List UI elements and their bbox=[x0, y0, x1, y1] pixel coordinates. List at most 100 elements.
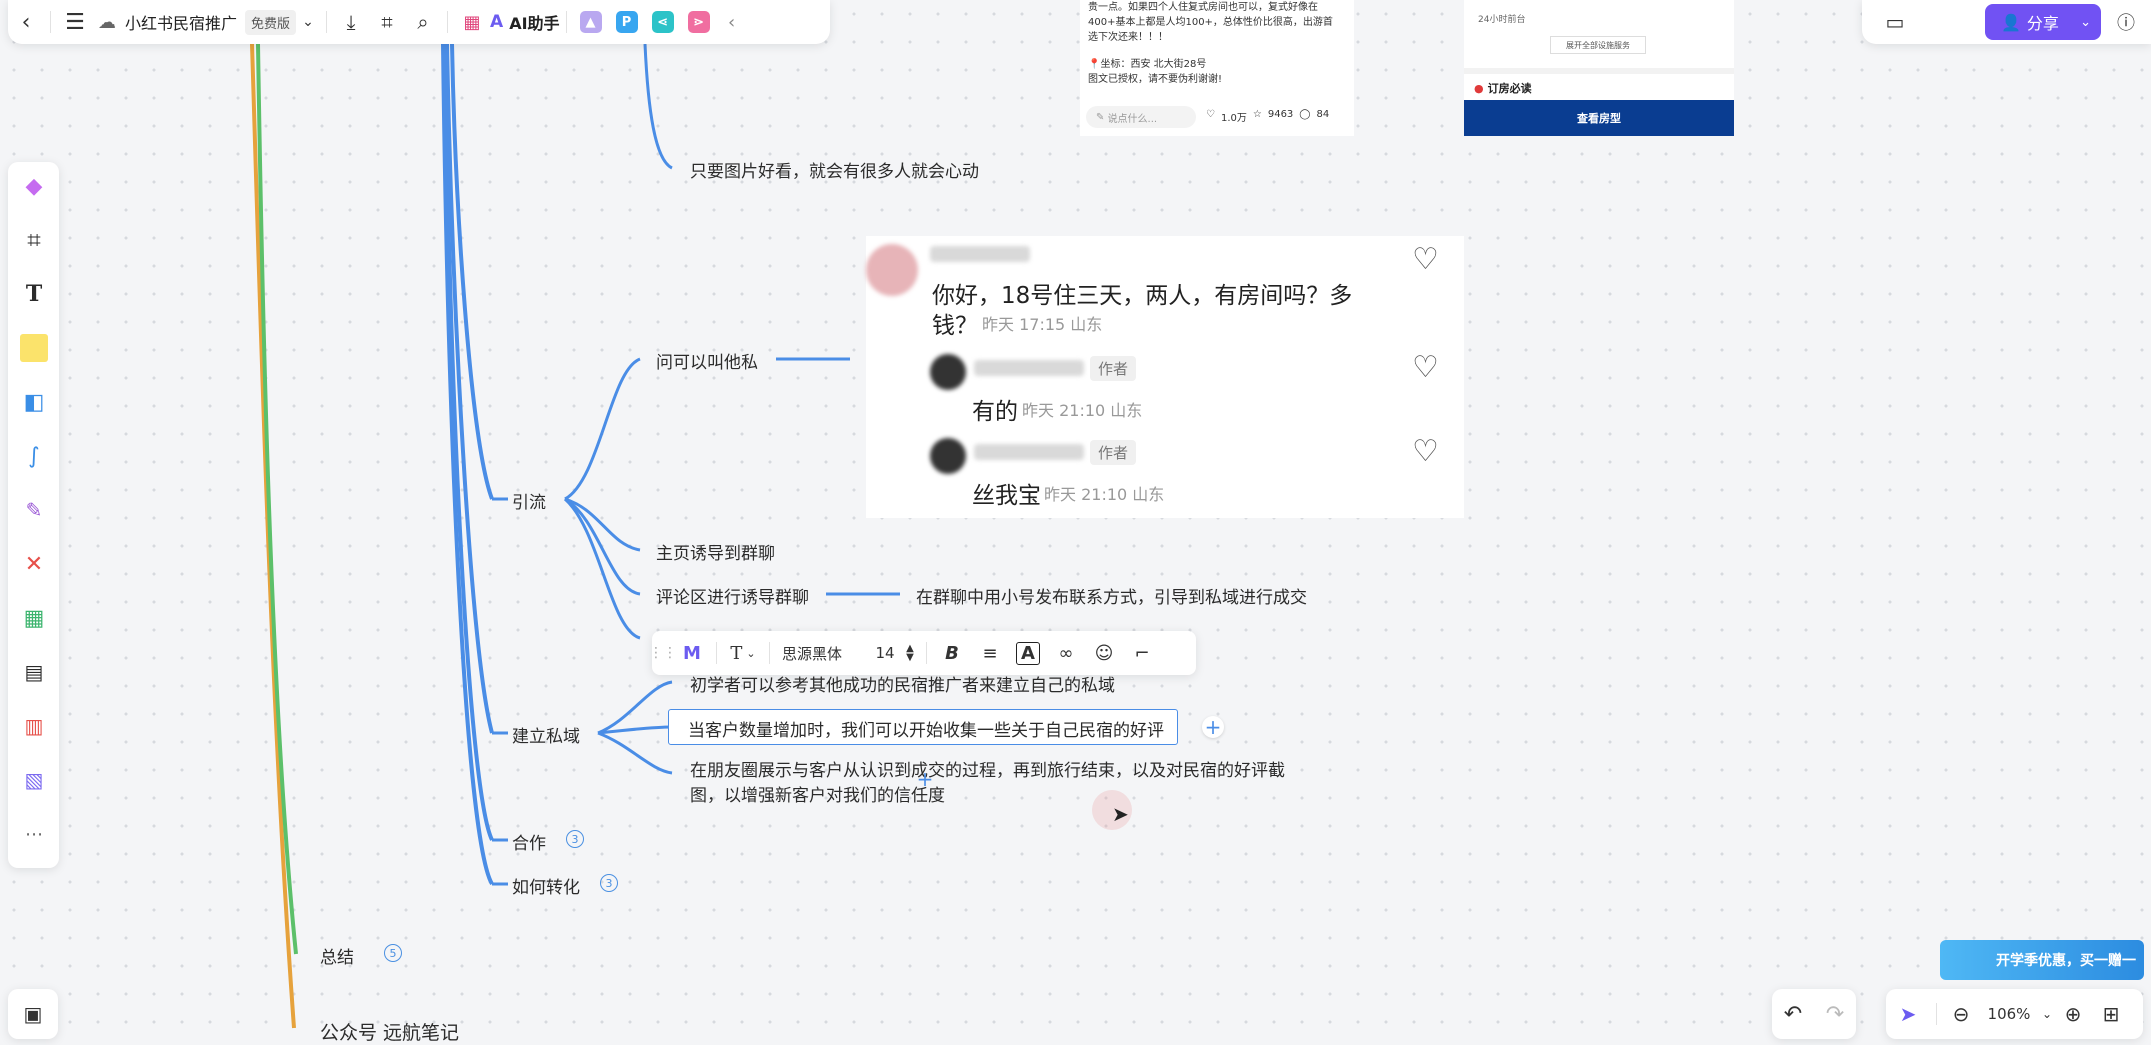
ai-logo-icon[interactable]: M bbox=[674, 631, 710, 675]
pencil-icon: ✎ bbox=[1096, 111, 1108, 123]
ai-assistant-button[interactable]: A AI助手 bbox=[490, 4, 560, 40]
blurred-username bbox=[974, 360, 1084, 376]
node-comment[interactable]: 评论区进行诱导群聊 bbox=[656, 583, 809, 608]
zoom-out-icon[interactable]: ⊖ bbox=[1943, 1002, 1979, 1026]
font-size-field[interactable]: 14 bbox=[870, 631, 900, 675]
heart-icon: ♡ bbox=[1412, 434, 1439, 469]
link-icon[interactable]: ∞ bbox=[1047, 631, 1085, 675]
like-icon: ♡ bbox=[1206, 109, 1215, 120]
node-yinliu[interactable]: 引流 bbox=[512, 488, 546, 513]
pen-icon[interactable]: ✎ bbox=[16, 492, 52, 528]
format-painter-icon[interactable]: ⌐ bbox=[1123, 631, 1161, 675]
bold-icon[interactable]: B bbox=[933, 631, 971, 675]
divider bbox=[769, 642, 770, 664]
image-app-icon[interactable]: ▲ bbox=[579, 11, 602, 33]
connector-icon[interactable]: ∫ bbox=[16, 438, 52, 474]
note-line: 贵一点。如果四个人住复式房间也可以，复式好像在 bbox=[1088, 2, 1318, 13]
reply-text: 有的 bbox=[972, 399, 1018, 425]
text-icon[interactable]: T bbox=[16, 276, 52, 312]
book-view-icon[interactable]: ⊞ bbox=[2091, 1002, 2131, 1026]
booking-notice: 订房必读 bbox=[1487, 82, 1532, 95]
node-comment-detail[interactable]: 在群聊中用小号发布联系方式，引导到私域进行成交 bbox=[916, 583, 1307, 608]
note-screenshot-image[interactable]: 贵一点。如果四个人住复式房间也可以，复式好像在 400+基本上都是人均100+，… bbox=[1080, 0, 1354, 136]
drag-handle-icon[interactable]: ⋮⋮ bbox=[649, 631, 677, 675]
menu-icon[interactable]: ☰ bbox=[57, 4, 93, 40]
history-toolbar: ↶ ↷ bbox=[1772, 989, 1856, 1039]
divider bbox=[926, 642, 927, 664]
redo-icon[interactable]: ↷ bbox=[1826, 1002, 1844, 1027]
download-icon[interactable]: ⤓ bbox=[333, 4, 369, 40]
zoom-in-icon[interactable]: ⊕ bbox=[2055, 1002, 2091, 1026]
node-wechat[interactable]: 公众号 远航笔记 bbox=[320, 1018, 459, 1045]
comment-text: 你好，18号住三天，两人，有房间吗？多 bbox=[932, 283, 1353, 309]
more-icon[interactable]: ⋯ bbox=[16, 816, 52, 852]
note-line: 选下次还来！！！ bbox=[1088, 32, 1168, 43]
comment-screenshot-image[interactable]: 你好，18号住三天，两人，有房间吗？多 钱？ 昨天 17:15 山东 ♡ 作者 … bbox=[866, 236, 1464, 518]
share-button[interactable]: 👤 分享 ⌄ bbox=[1985, 4, 2101, 40]
collapsed-count-badge[interactable]: 3 bbox=[600, 874, 618, 892]
text-box-icon[interactable]: ▤ bbox=[16, 654, 52, 690]
chevron-down-icon[interactable]: ⌄ bbox=[2039, 1007, 2055, 1021]
node-convert[interactable]: 如何转化 bbox=[512, 873, 580, 898]
comment-text-cont: 钱？ bbox=[932, 313, 978, 339]
undo-icon[interactable]: ↶ bbox=[1784, 1002, 1802, 1027]
zoom-level[interactable]: 106% bbox=[1979, 1005, 2039, 1023]
tag-icon[interactable]: ⌗ bbox=[369, 4, 405, 40]
comment-count: 84 bbox=[1316, 109, 1330, 120]
sticky-note-icon[interactable] bbox=[16, 330, 52, 366]
note-location: 📍坐标：西安 北大街28号 bbox=[1088, 59, 1207, 70]
calendar-icon[interactable]: ▦ bbox=[454, 4, 490, 40]
kanban-icon[interactable]: ▥ bbox=[16, 708, 52, 744]
add-node-icon[interactable]: + bbox=[1202, 715, 1224, 739]
view-rooms-button: 查看房型 bbox=[1464, 100, 1734, 136]
font-size-stepper-icon[interactable]: ▲ ▼ bbox=[900, 631, 920, 675]
zoom-toolbar: ➤ ⊖ 106% ⌄ ⊕ ⊞ bbox=[1886, 989, 2143, 1039]
briefcase-icon[interactable]: ▭ bbox=[1870, 10, 1920, 34]
grid-icon[interactable]: ▧ bbox=[16, 762, 52, 798]
align-icon[interactable]: ≡ bbox=[971, 631, 1009, 675]
chevron-down-icon[interactable]: ⌄ bbox=[2080, 15, 2091, 30]
font-family-select[interactable]: 思源黑体 bbox=[776, 631, 870, 675]
node-private-3[interactable]: 在朋友圈展示与客户从认识到成交的过程，再到旅行结束，以及对民宿的好评截图，以增强… bbox=[690, 759, 1290, 809]
help-icon[interactable]: ⓘ bbox=[2101, 9, 2151, 35]
collapsed-count-badge[interactable]: 5 bbox=[384, 944, 402, 962]
reply-text: 丝我宝 bbox=[972, 483, 1041, 509]
node-private-2[interactable]: 当客户数量增加时，我们可以开始收集一些关于自己民宿的好评 bbox=[688, 716, 1164, 741]
p-app-icon[interactable]: P bbox=[615, 11, 638, 33]
emoji-icon[interactable]: ☺ bbox=[1085, 631, 1123, 675]
promo-text: 开学季优惠，买一赠一 bbox=[1996, 953, 2136, 969]
avatar bbox=[930, 354, 966, 390]
table-icon[interactable]: ▦ bbox=[16, 600, 52, 636]
mindmap-icon[interactable]: ✕ bbox=[16, 546, 52, 582]
search-icon[interactable]: ⌕ bbox=[405, 4, 441, 40]
select-pointer-icon[interactable]: ➤ bbox=[1886, 1002, 1930, 1026]
booking-screenshot-image[interactable]: 24小时前台 展开全部设施服务 ● 订房必读 查看房型 bbox=[1464, 0, 1734, 136]
chevron-down-icon[interactable]: ⌄ bbox=[296, 4, 320, 40]
node-summary[interactable]: 总结 bbox=[320, 943, 354, 968]
share-label: 分享 bbox=[2026, 14, 2059, 33]
back-icon[interactable]: ‹ bbox=[8, 4, 44, 40]
promo-banner[interactable]: 开学季优惠，买一赠一 bbox=[1940, 940, 2144, 980]
collapsed-count-badge[interactable]: 3 bbox=[566, 830, 584, 848]
add-node-icon[interactable]: + bbox=[914, 767, 936, 791]
minimap-toggle-button[interactable]: ▣ bbox=[8, 989, 58, 1039]
collapse-icon[interactable]: ‹ bbox=[717, 4, 747, 40]
share-app-icon[interactable]: ⋖ bbox=[651, 11, 674, 33]
divider bbox=[1936, 1003, 1937, 1025]
templates-icon[interactable]: ◆ bbox=[16, 168, 52, 204]
node-ask[interactable]: 问可以叫他私 bbox=[656, 348, 758, 373]
flow-app-icon[interactable]: ⋗ bbox=[687, 11, 710, 33]
text-style-icon[interactable]: T ⌄ bbox=[723, 631, 763, 675]
node-tip[interactable]: 只要图片好看，就会有很多人就会心动 bbox=[690, 157, 979, 182]
node-coop[interactable]: 合作 bbox=[512, 829, 546, 854]
text-color-icon[interactable]: A bbox=[1009, 631, 1047, 675]
service-text: 24小时前台 bbox=[1478, 15, 1526, 25]
document-title[interactable]: 小红书民宿推广 bbox=[125, 10, 237, 34]
comment-input: ✎ 说点什么... bbox=[1086, 106, 1196, 128]
node-homepage[interactable]: 主页诱导到群聊 bbox=[656, 539, 775, 564]
shape-icon[interactable]: ◧ bbox=[16, 384, 52, 420]
avatar bbox=[930, 438, 966, 474]
frame-icon[interactable]: ⌗ bbox=[16, 222, 52, 258]
avatar bbox=[866, 244, 918, 296]
node-private[interactable]: 建立私域 bbox=[512, 722, 580, 747]
